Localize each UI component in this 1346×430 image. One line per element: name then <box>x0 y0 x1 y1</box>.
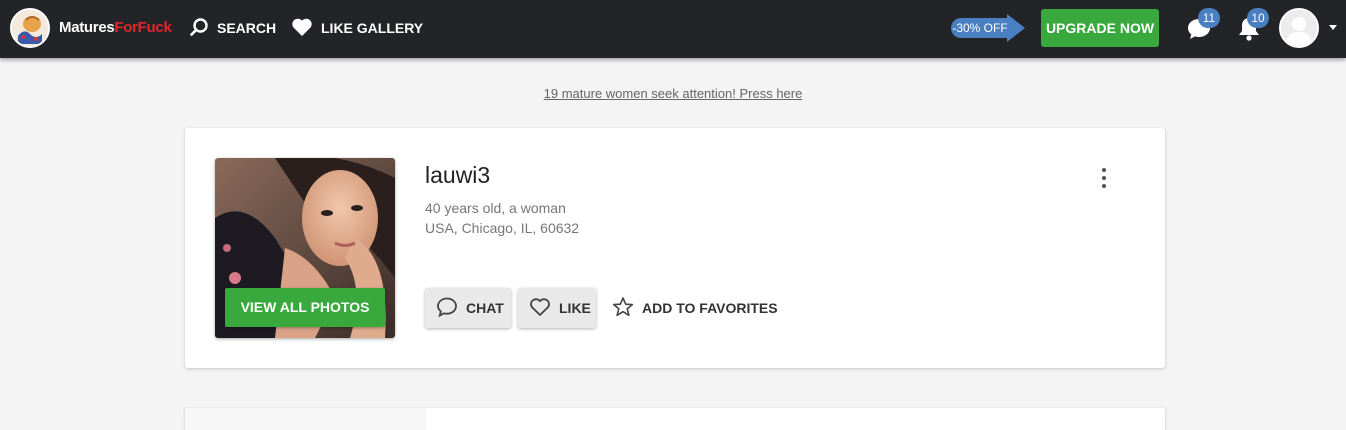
top-navigation-bar: MaturesForFuck SEARCH LIKE GALLERY -30% … <box>0 0 1346 58</box>
messages-button[interactable]: 11 <box>1186 8 1220 42</box>
messages-count-badge: 11 <box>1198 8 1220 28</box>
caret-down-icon[interactable] <box>1329 25 1337 30</box>
nav-search-label: SEARCH <box>217 20 277 36</box>
promo-link[interactable]: 19 mature women seek attention! Press he… <box>0 86 1346 101</box>
like-button-label: LIKE <box>559 300 591 316</box>
user-avatar[interactable] <box>1279 8 1319 48</box>
profile-card: VIEW ALL PHOTOS lauwi3 40 years old, a w… <box>185 128 1165 368</box>
upgrade-now-button[interactable]: UPGRADE NOW <box>1041 9 1159 47</box>
profile-photo[interactable]: VIEW ALL PHOTOS <box>215 158 395 338</box>
profile-age-gender: 40 years old, a woman <box>425 200 566 216</box>
star-outline-icon <box>612 296 634 321</box>
profile-username: lauwi3 <box>425 162 491 188</box>
discount-label: -30% OFF <box>951 18 1009 38</box>
profile-details-sidebar <box>185 408 426 430</box>
more-options-icon[interactable] <box>1101 168 1107 190</box>
discount-arrow-icon <box>1007 14 1025 42</box>
notifications-count-badge: 10 <box>1247 8 1269 28</box>
heart-icon <box>291 17 313 40</box>
chat-button[interactable]: CHAT <box>425 288 511 328</box>
profile-details-card <box>185 408 1165 430</box>
nav-like-gallery-label: LIKE GALLERY <box>321 20 424 36</box>
chat-button-label: CHAT <box>466 300 504 316</box>
site-logo-icon[interactable] <box>10 8 50 48</box>
add-to-favorites-button[interactable]: ADD TO FAVORITES <box>612 296 778 320</box>
notifications-button[interactable]: 10 <box>1235 8 1269 42</box>
site-logo-text[interactable]: MaturesForFuck <box>59 19 172 36</box>
nav-search-link[interactable]: SEARCH <box>189 17 276 39</box>
profile-location: USA, Chicago, IL, 60632 <box>425 220 580 236</box>
like-button[interactable]: LIKE <box>518 288 596 328</box>
heart-outline-icon <box>529 297 551 320</box>
logo-text-part1: Matures <box>59 19 115 36</box>
chat-bubble-outline-icon <box>436 296 458 321</box>
nav-like-gallery-link[interactable]: LIKE GALLERY <box>291 17 423 39</box>
add-to-favorites-label: ADD TO FAVORITES <box>642 300 778 316</box>
search-icon <box>189 17 209 40</box>
logo-text-part2: ForFuck <box>114 19 172 36</box>
view-all-photos-button[interactable]: VIEW ALL PHOTOS <box>225 288 385 327</box>
